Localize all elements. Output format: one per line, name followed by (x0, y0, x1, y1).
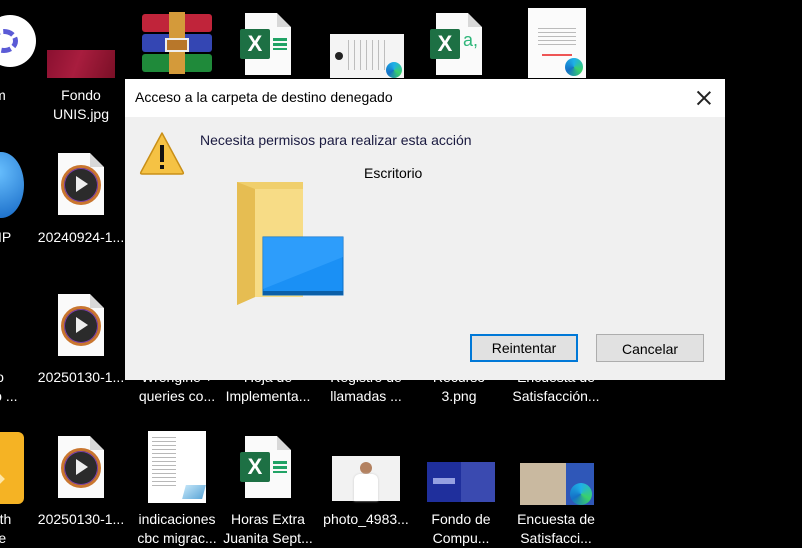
desktop-icon-video-2[interactable]: 20250130-1... (35, 280, 127, 390)
desktop-icon-indicaciones[interactable]: indicaciones cbc migrac... (131, 420, 223, 546)
excel-badge: X (240, 452, 270, 482)
icon-label: Satisfacción... (512, 388, 600, 404)
desktop-icon-encuesta-2[interactable]: Encuesta de Satisfacci... (510, 420, 602, 546)
desktop-icon-horas-extra[interactable]: X Horas Extra Juanita Sept... (222, 420, 314, 546)
csv-file-icon: X a, (430, 13, 482, 75)
edge-icon (386, 62, 402, 78)
icon-label: 20240924-1... (37, 229, 125, 245)
dialog-title: Acceso a la carpeta de destino denegado (135, 89, 393, 105)
desktop-folder-icon (237, 182, 344, 305)
icon-label: indicaciones (138, 511, 216, 527)
app-blue-icon (0, 152, 24, 218)
app-circle-icon (0, 15, 36, 67)
excel-file-icon: X (240, 436, 291, 498)
access-denied-dialog: Acceso a la carpeta de destino denegado … (125, 79, 725, 380)
excel-grid (273, 38, 287, 50)
icon-label: cbc migrac... (137, 530, 217, 546)
desktop-icon-video-1[interactable]: 20240924-1... (35, 140, 127, 250)
icon-label: queries co... (138, 388, 216, 404)
excel-badge: X (430, 29, 460, 59)
video-file-icon (58, 436, 104, 498)
retry-button[interactable]: Reintentar (470, 334, 578, 362)
icon-label: photo_4983... (323, 511, 409, 527)
dialog-message: Necesita permisos para realizar esta acc… (200, 132, 472, 148)
desktop-icon-video-3[interactable]: 20250130-1... (35, 420, 127, 542)
edge-icon (565, 58, 583, 76)
icon-label: Satisfacci... (520, 530, 592, 546)
icon-label: Compu... (432, 530, 490, 546)
video-file-icon (58, 153, 104, 215)
cancel-button[interactable]: Cancelar (596, 334, 704, 362)
desktop-icon-fondo-unis[interactable]: Fondo UNIS.jpg (35, 0, 127, 130)
desktop-icon-doc-edge[interactable] (510, 0, 602, 80)
desktop-icon-fondo-compu[interactable]: Fondo de Compu... (415, 420, 507, 546)
excel-grid (273, 461, 287, 473)
icon-label: Horas Extra (231, 511, 305, 527)
document-thumbnail (528, 8, 586, 78)
icon-label: llamadas ... (330, 388, 402, 404)
play-triangle (76, 459, 88, 475)
desktop-icon-photo[interactable]: photo_4983... (320, 420, 412, 542)
dialog-title-bar[interactable]: Acceso a la carpeta de destino denegado (125, 79, 725, 117)
video-file-icon (58, 294, 104, 356)
edge-icon (570, 483, 592, 505)
play-triangle (76, 176, 88, 192)
winrar-icon (142, 12, 212, 74)
icon-label: UNIS.jpg (52, 106, 110, 122)
desktop-icon-pdf-edge[interactable] (320, 0, 412, 80)
icon-label: Fondo (61, 87, 101, 103)
notepad-thumbnail (148, 431, 206, 503)
icon-label: Fondo de (431, 511, 491, 527)
notepad-icon (182, 485, 206, 499)
target-folder-name: Escritorio (364, 165, 423, 181)
image-thumbnail (520, 463, 594, 505)
image-thumbnail (47, 50, 115, 78)
icon-label: 20250130-1... (37, 511, 125, 527)
play-triangle (76, 317, 88, 333)
excel-file-icon: X (240, 13, 291, 75)
document-thumbnail (330, 34, 404, 78)
desktop-icon-excel-1[interactable]: X (222, 0, 314, 80)
desktop-icon-excel-csv[interactable]: X a, (413, 0, 505, 80)
warning-icon (139, 132, 185, 175)
photo-thumbnail (332, 456, 400, 501)
app-yellow-icon (0, 432, 24, 504)
csv-suffix: a, (463, 30, 479, 50)
icon-label: 20250130-1... (37, 369, 125, 385)
icon-label: Encuesta de (517, 511, 595, 527)
icon-label: Juanita Sept... (223, 530, 313, 546)
icon-label: Implementa... (225, 388, 311, 404)
close-button[interactable] (693, 87, 715, 109)
image-thumbnail (427, 462, 495, 502)
desktop-icon-winrar[interactable] (131, 0, 223, 80)
icon-label: 3.png (441, 388, 477, 404)
excel-badge: X (240, 29, 270, 59)
